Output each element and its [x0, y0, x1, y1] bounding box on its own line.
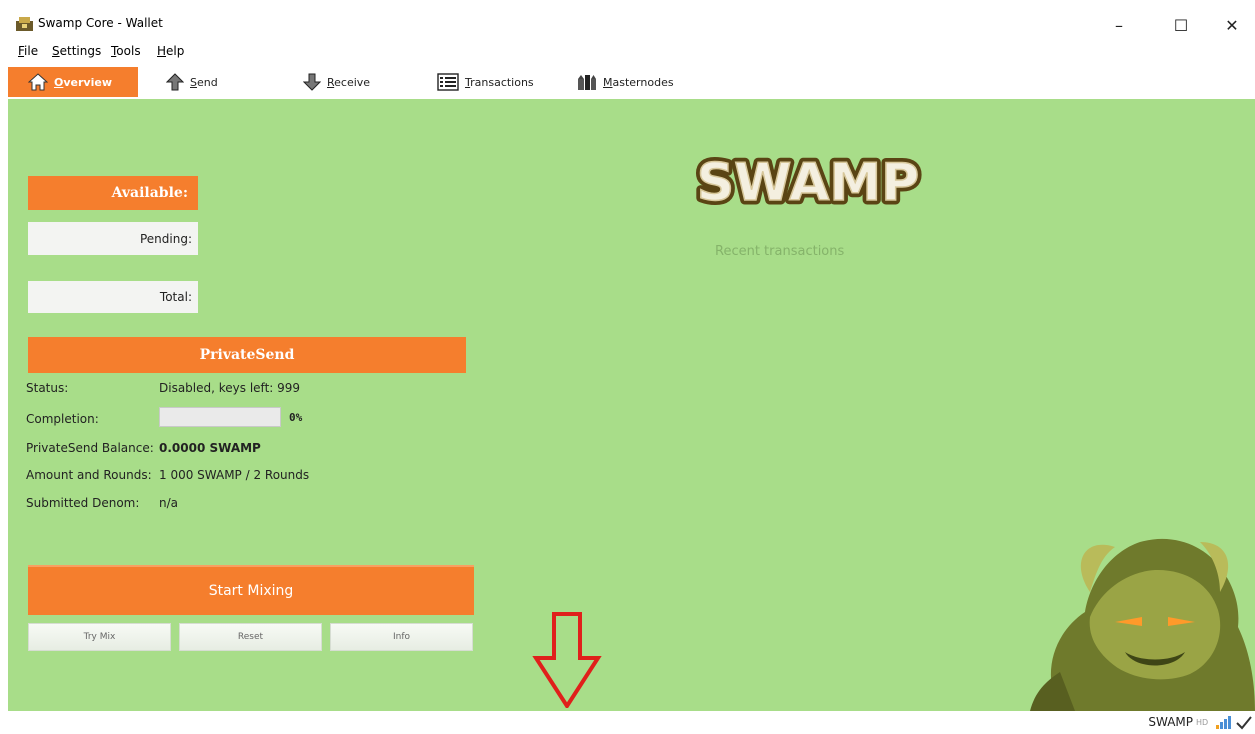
maximize-button[interactable]: ☐	[1158, 12, 1204, 40]
status-label: Status:	[26, 381, 69, 395]
title-bar: Swamp Core - Wallet – ☐ ✕	[0, 0, 1255, 42]
annotation-down-arrow-icon	[532, 612, 602, 708]
status-bar: SWAMP HD	[0, 711, 1255, 734]
swamp-logo: SWAMP SWAMP	[692, 150, 924, 212]
synced-check-icon	[1236, 716, 1252, 730]
menu-help[interactable]: Help	[157, 44, 184, 58]
privatesend-balance-value: 0.0000 SWAMP	[159, 441, 261, 455]
reset-button[interactable]: Reset	[179, 623, 322, 651]
submitted-denom-value: n/a	[159, 496, 179, 510]
completion-progress-bar	[159, 407, 281, 427]
send-arrow-up-icon	[166, 73, 184, 91]
hd-wallet-icon: HD	[1196, 718, 1208, 727]
completion-label: Completion:	[26, 412, 99, 426]
tab-masternodes[interactable]: Masternodes	[577, 67, 674, 97]
menu-tools[interactable]: Tools	[111, 44, 141, 58]
completion-percent: 0%	[289, 411, 303, 424]
app-icon	[16, 17, 33, 31]
swamp-monster-mascot	[1030, 538, 1255, 711]
tab-receive[interactable]: Receive	[303, 67, 370, 97]
tab-overview[interactable]: Overview	[8, 67, 138, 97]
transactions-list-icon	[437, 73, 459, 91]
amount-rounds-label: Amount and Rounds:	[26, 468, 152, 482]
receive-arrow-down-icon	[303, 73, 321, 91]
total-label: Total:	[28, 281, 198, 313]
menu-file[interactable]: File	[18, 44, 38, 58]
submitted-denom-label: Submitted Denom:	[26, 496, 140, 510]
overview-page: Available: Pending: Total: PrivateSend S…	[8, 99, 1255, 711]
amount-rounds-value: 1 000 SWAMP / 2 Rounds	[159, 468, 310, 482]
close-button[interactable]: ✕	[1209, 12, 1255, 40]
start-mixing-button[interactable]: Start Mixing	[28, 565, 474, 615]
menu-bar: File Settings Tools Help	[0, 42, 1255, 60]
tab-send[interactable]: Send	[166, 67, 218, 97]
info-button[interactable]: Info	[330, 623, 473, 651]
menu-settings[interactable]: Settings	[52, 44, 101, 58]
recent-transactions-label: Recent transactions	[715, 244, 845, 259]
status-value: Disabled, keys left: 999	[159, 381, 301, 395]
masternodes-icon	[578, 75, 596, 90]
minimize-button[interactable]: –	[1096, 12, 1142, 40]
home-icon	[28, 73, 48, 91]
toolbar: Overview Send Receive Transactions Maste…	[0, 62, 1255, 99]
window-title: Swamp Core - Wallet	[38, 16, 163, 30]
network-bars-icon	[1216, 716, 1231, 729]
try-mix-button[interactable]: Try Mix	[28, 623, 171, 651]
available-label: Available:	[28, 176, 198, 210]
pending-label: Pending:	[28, 222, 198, 255]
unit-label[interactable]: SWAMP	[1148, 715, 1193, 729]
privatesend-balance-label: PrivateSend Balance:	[26, 441, 154, 455]
svg-text:HD: HD	[1196, 718, 1208, 727]
privatesend-header: PrivateSend	[28, 337, 466, 373]
tab-transactions[interactable]: Transactions	[437, 67, 534, 97]
svg-text:SWAMP: SWAMP	[697, 153, 920, 212]
